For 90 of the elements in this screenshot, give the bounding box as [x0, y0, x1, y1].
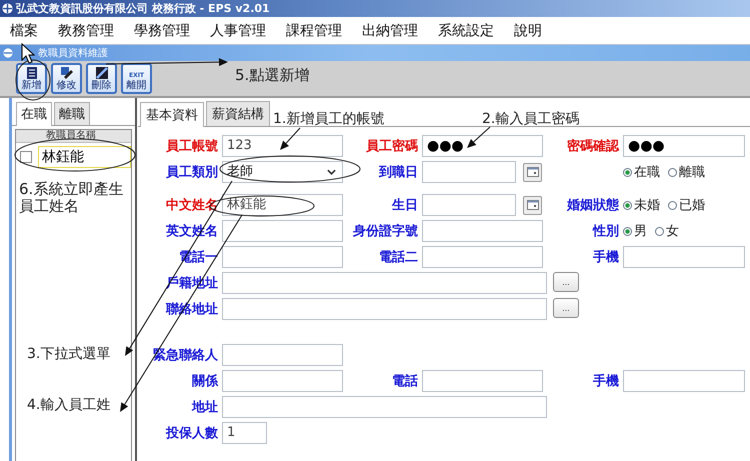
caret-icon — [327, 169, 336, 175]
field-label: 性別 — [593, 223, 620, 240]
field-label: 投保人數 — [166, 425, 219, 442]
field-label: 員工帳號 — [166, 138, 219, 155]
text-field[interactable] — [222, 344, 343, 366]
radio-button[interactable] — [623, 226, 632, 236]
window-icon — [3, 48, 13, 58]
subwindow-title: 教職員資料維護 — [38, 46, 108, 60]
menu-item[interactable]: 學務管理 — [134, 22, 190, 40]
radio-button[interactable] — [623, 200, 632, 210]
radio-button[interactable] — [655, 226, 664, 236]
text-field[interactable] — [623, 246, 745, 268]
radio-button[interactable] — [668, 168, 677, 176]
text-field[interactable] — [222, 246, 343, 268]
field-label: 生日 — [392, 197, 419, 214]
edit-icon — [60, 66, 74, 80]
delete-button[interactable]: 刪除 — [86, 63, 117, 94]
cursor-icon — [22, 42, 36, 64]
radio-option[interactable]: 未婚 — [623, 196, 660, 214]
address-field[interactable] — [222, 396, 547, 418]
radio-button[interactable] — [668, 200, 677, 210]
dropdown[interactable]: 老師 — [222, 161, 343, 183]
text-field[interactable] — [222, 220, 343, 242]
annotation-text: 1.新增員工的帳號 — [273, 111, 384, 128]
delete-icon — [94, 66, 108, 80]
menu-item[interactable]: 檔案 — [10, 22, 38, 40]
annotation-arrow — [280, 128, 300, 150]
field-label: 電話 — [392, 373, 419, 390]
list-item[interactable]: 林鈺能 — [38, 146, 131, 168]
annotation-arrow — [467, 126, 490, 148]
text-field[interactable]: 123 — [222, 135, 343, 157]
browse-button[interactable]: ... — [553, 298, 579, 318]
radio-option[interactable]: 已婚 — [668, 196, 705, 214]
menu-item[interactable]: 教務管理 — [58, 22, 114, 40]
address-field[interactable] — [222, 298, 547, 320]
field-label: 到職日 — [379, 164, 419, 181]
annotation-text: 3.下拉式選單 — [27, 346, 110, 362]
menu-item[interactable]: 出納管理 — [362, 22, 418, 40]
calendar-icon — [526, 167, 538, 177]
tab[interactable]: 薪資結構 — [206, 101, 270, 126]
tab[interactable]: 在職 — [16, 102, 52, 126]
calendar-icon — [526, 200, 538, 210]
date-field[interactable] — [422, 161, 516, 183]
menu-item[interactable]: 人事管理 — [210, 22, 266, 40]
field-label: 電話二 — [379, 249, 419, 266]
annotation-text: 2.輸入員工密碼 — [482, 111, 580, 128]
address-field[interactable] — [222, 272, 547, 294]
field-label: 關係 — [192, 373, 220, 390]
field-label: 身份證字號 — [353, 222, 419, 240]
field-label: 手機 — [593, 248, 620, 266]
add-button[interactable]: 新增 — [16, 63, 47, 94]
app-icon — [2, 3, 13, 14]
date-field[interactable] — [422, 194, 516, 216]
document-icon — [24, 66, 38, 80]
menu-item[interactable]: 課程管理 — [286, 22, 342, 40]
menu-item[interactable]: 說明 — [514, 22, 542, 40]
text-field[interactable] — [422, 370, 543, 392]
annotation-text: 5.點選新增 — [235, 67, 310, 84]
calendar-button[interactable] — [523, 162, 542, 182]
password-field[interactable]: ●●● — [623, 135, 745, 157]
field-label: 密碼確認 — [567, 138, 620, 155]
field-label: 地址 — [192, 399, 219, 416]
radio-option[interactable]: 在職 — [623, 163, 660, 181]
radio-option[interactable]: 離職 — [668, 163, 705, 181]
highlight-ellipse — [16, 60, 50, 100]
calendar-button[interactable] — [523, 196, 542, 214]
text-field[interactable] — [222, 370, 343, 392]
tab[interactable]: 離職 — [54, 102, 90, 125]
window-title: 弘武文教資訊股份有限公司 校務行政 - EPS v2.01 — [16, 1, 270, 16]
text-field[interactable]: 林鈺能 — [222, 194, 343, 216]
checkbox[interactable] — [20, 151, 32, 163]
text-field[interactable] — [422, 220, 543, 242]
field-label: 手機 — [593, 372, 620, 390]
annotation-text: 4.輸入員工姓 — [27, 397, 110, 414]
text-field[interactable] — [623, 370, 745, 392]
menu-item[interactable]: 系統設定 — [438, 22, 494, 40]
text-field[interactable] — [422, 246, 543, 268]
tab[interactable]: 基本資料 — [140, 102, 204, 127]
radio-button[interactable] — [623, 168, 632, 176]
number-field[interactable]: 1 — [222, 422, 267, 444]
annotation-text: 6.系統立即產生員工姓名 — [19, 181, 124, 216]
radio-option[interactable]: 男 — [623, 222, 647, 240]
field-label: 緊急聯絡人 — [153, 347, 219, 364]
browse-button[interactable]: ... — [553, 272, 579, 292]
field-label: 員工密碼 — [366, 138, 419, 155]
field-label: 員工類別 — [166, 164, 219, 181]
password-field[interactable]: ●●● — [422, 135, 543, 157]
edit-button[interactable]: 修改 — [51, 63, 82, 94]
field-label: 婚姻狀態 — [567, 196, 620, 214]
radio-option[interactable]: 女 — [655, 222, 679, 240]
